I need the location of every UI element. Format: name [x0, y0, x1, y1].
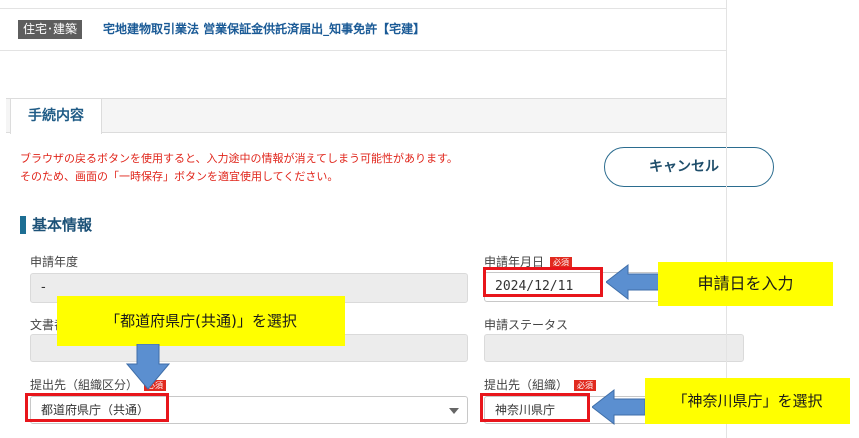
warning-line-1: ブラウザの戻るボタンを使用すると、入力途中の情報が消えてしまう可能性があります。	[20, 152, 458, 165]
fiscal-year-label: 申請年度	[30, 255, 79, 269]
application-status-label: 申請ステータス	[484, 318, 569, 332]
cancel-button[interactable]: キャンセル	[604, 147, 774, 187]
down-arrow-icon	[126, 344, 170, 390]
section-marker	[20, 216, 26, 234]
date-highlight-frame	[483, 267, 603, 297]
content-right-edge	[726, 0, 727, 438]
submit-org-label: 提出先（組織） 必須	[484, 377, 597, 393]
warning-line-2: そのため、画面の「一時保存」ボタンを適宜使用してください。	[20, 170, 339, 183]
date-callout: 申請日を入力	[658, 262, 833, 306]
org-type-highlight-frame	[25, 393, 169, 422]
tab-bar	[6, 98, 726, 133]
category-tag: 住宅･建築	[18, 20, 83, 39]
application-form-page: 住宅･建築 宅地建物取引業法 営業保証金供託済届出_知事免許【宅建】 手続内容 …	[0, 0, 859, 438]
section-title-basic-info: 基本情報	[32, 216, 93, 234]
org-callout: 「神奈川県庁」を選択	[645, 378, 850, 424]
header-top-divider	[0, 8, 726, 9]
left-arrow-icon	[592, 388, 646, 426]
chevron-down-icon	[449, 408, 459, 414]
org-highlight-frame	[480, 393, 590, 422]
org-type-callout: 「都道府県庁(共通)」を選択	[57, 296, 345, 346]
application-status-field	[484, 334, 744, 362]
left-arrow-icon	[606, 263, 660, 301]
procedure-title: 宅地建物取引業法 営業保証金供託済届出_知事免許【宅建】	[103, 22, 426, 36]
header-bottom-divider	[0, 50, 726, 51]
tab-procedure-details[interactable]: 手続内容	[10, 98, 102, 134]
